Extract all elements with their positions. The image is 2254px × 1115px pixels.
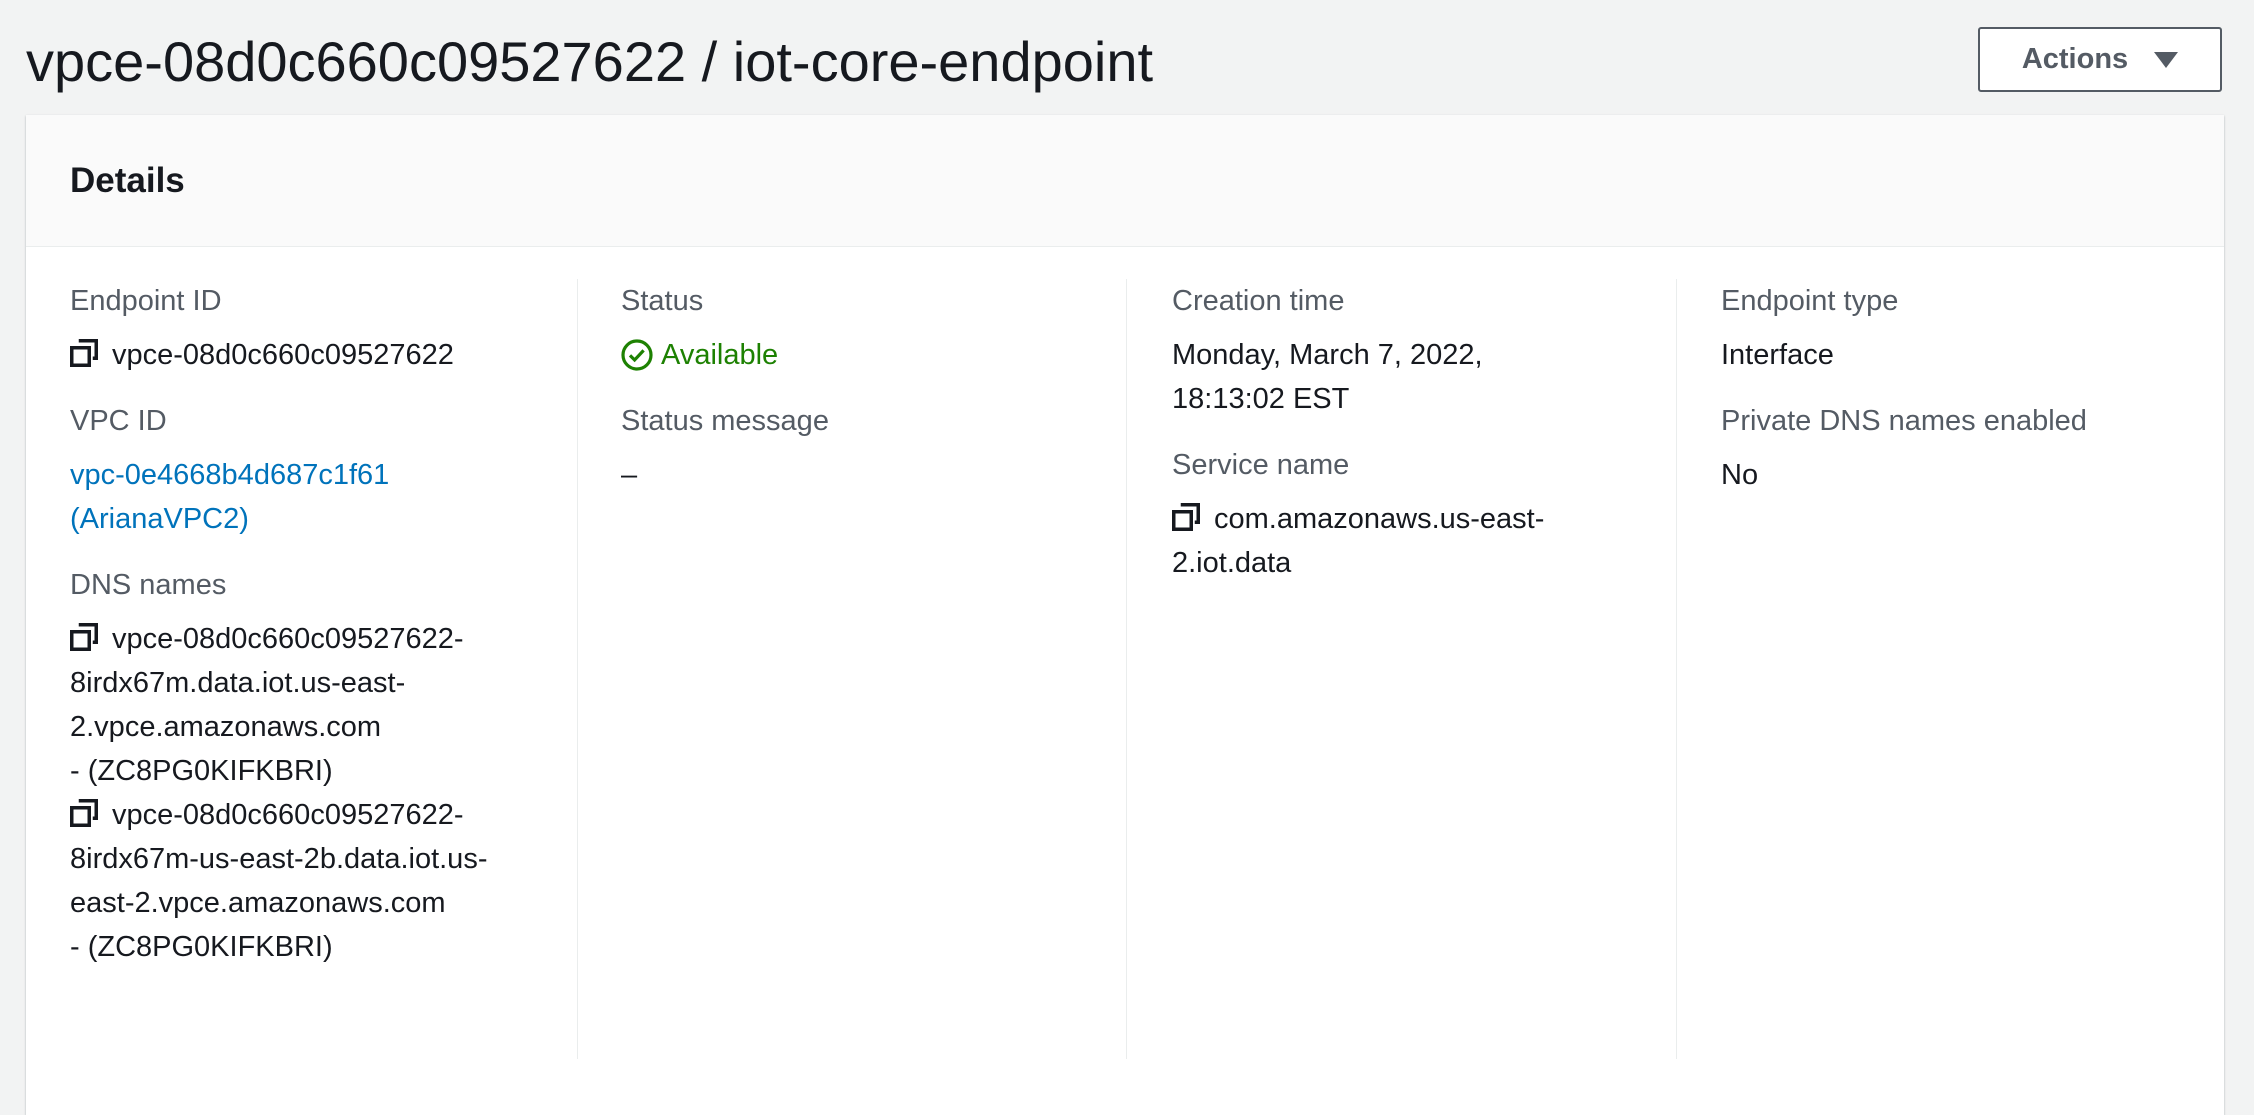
dns-names-field: DNS names vpce-08d0c660c09527622- 8irdx6… — [70, 563, 570, 969]
endpoint-id-field: Endpoint ID vpce-08d0c660c09527622 — [70, 279, 570, 377]
actions-button[interactable]: Actions — [1978, 27, 2222, 92]
dns-line: - (ZC8PG0KIFKBRI) — [70, 755, 333, 787]
details-panel: Details Endpoint ID vpce-08d0c660c095276… — [26, 115, 2224, 1115]
copy-icon[interactable] — [70, 799, 98, 827]
creation-time-field: Creation time Monday, March 7, 2022, 18:1… — [1172, 279, 1672, 421]
endpoint-id-label: Endpoint ID — [70, 285, 222, 317]
page-title: vpce-08d0c660c09527622 / iot-core-endpoi… — [26, 30, 1154, 93]
copy-icon[interactable] — [1172, 503, 1200, 531]
copy-icon[interactable] — [70, 339, 98, 367]
column-4: Endpoint type Interface Private DNS name… — [1721, 279, 2201, 1059]
column-divider — [1676, 279, 1677, 1059]
actions-label: Actions — [2021, 43, 2129, 75]
status-label: Status — [621, 285, 704, 317]
dns-line: - (ZC8PG0KIFKBRI) — [70, 931, 333, 963]
status-message-label: Status message — [621, 405, 829, 437]
private-dns-label: Private DNS names enabled — [1721, 405, 2087, 437]
dns-line: vpce-08d0c660c09527622- — [112, 623, 464, 655]
copy-icon[interactable] — [70, 623, 98, 651]
dns-line: 2.vpce.amazonaws.com — [70, 711, 382, 743]
creation-time-label: Creation time — [1172, 285, 1345, 317]
column-divider — [1126, 279, 1127, 1059]
private-dns-field: Private DNS names enabled No — [1721, 399, 2201, 497]
endpoint-type-field: Endpoint type Interface — [1721, 279, 2201, 377]
column-divider — [577, 279, 578, 1059]
panel-title: Details — [26, 115, 2224, 247]
status-message-field: Status message – — [621, 399, 1121, 497]
dns-line: east-2.vpce.amazonaws.com — [70, 887, 446, 919]
column-3: Creation time Monday, March 7, 2022, 18:1… — [1172, 279, 1672, 1059]
endpoint-type-value: Interface — [1721, 339, 1834, 371]
vpc-name-line: (ArianaVPC2) — [70, 503, 249, 535]
dns-entry: vpce-08d0c660c09527622- 8irdx67m-us-east… — [70, 793, 570, 969]
dns-line: 8irdx67m.data.iot.us-east- — [70, 667, 406, 699]
check-circle-icon — [621, 339, 653, 371]
caret-down-icon — [2154, 51, 2179, 68]
dns-names-label: DNS names — [70, 569, 227, 601]
creation-clock: 18:13:02 EST — [1172, 383, 1350, 415]
vpc-id-line: vpc-0e4668b4d687c1f61 — [70, 459, 390, 491]
service-name-field: Service name com.amazonaws.us-east- 2.iot… — [1172, 443, 1672, 585]
dns-line: vpce-08d0c660c09527622- — [112, 799, 464, 831]
vpc-id-link[interactable]: vpc-0e4668b4d687c1f61 (ArianaVPC2) — [70, 453, 570, 541]
endpoint-type-label: Endpoint type — [1721, 285, 1899, 317]
status-field: Status Available — [621, 279, 1121, 377]
service-name-label: Service name — [1172, 449, 1350, 481]
creation-date: Monday, March 7, 2022, — [1172, 339, 1483, 371]
vpc-id-field: VPC ID vpc-0e4668b4d687c1f61 (ArianaVPC2) — [70, 399, 570, 541]
dns-line: 8irdx67m-us-east-2b.data.iot.us- — [70, 843, 488, 875]
service-name-line: com.amazonaws.us-east- — [1214, 503, 1545, 535]
status-message-value: – — [621, 459, 638, 491]
column-1: Endpoint ID vpce-08d0c660c09527622 VPC I… — [70, 279, 570, 1059]
endpoint-id-value: vpce-08d0c660c09527622 — [112, 339, 454, 371]
service-name-line: 2.iot.data — [1172, 547, 1292, 579]
vpc-id-label: VPC ID — [70, 405, 167, 437]
status-value: Available — [661, 339, 779, 371]
dns-entry: vpce-08d0c660c09527622- 8irdx67m.data.io… — [70, 617, 570, 793]
column-2: Status Available Status message – — [621, 279, 1121, 1059]
private-dns-value: No — [1721, 459, 1759, 491]
